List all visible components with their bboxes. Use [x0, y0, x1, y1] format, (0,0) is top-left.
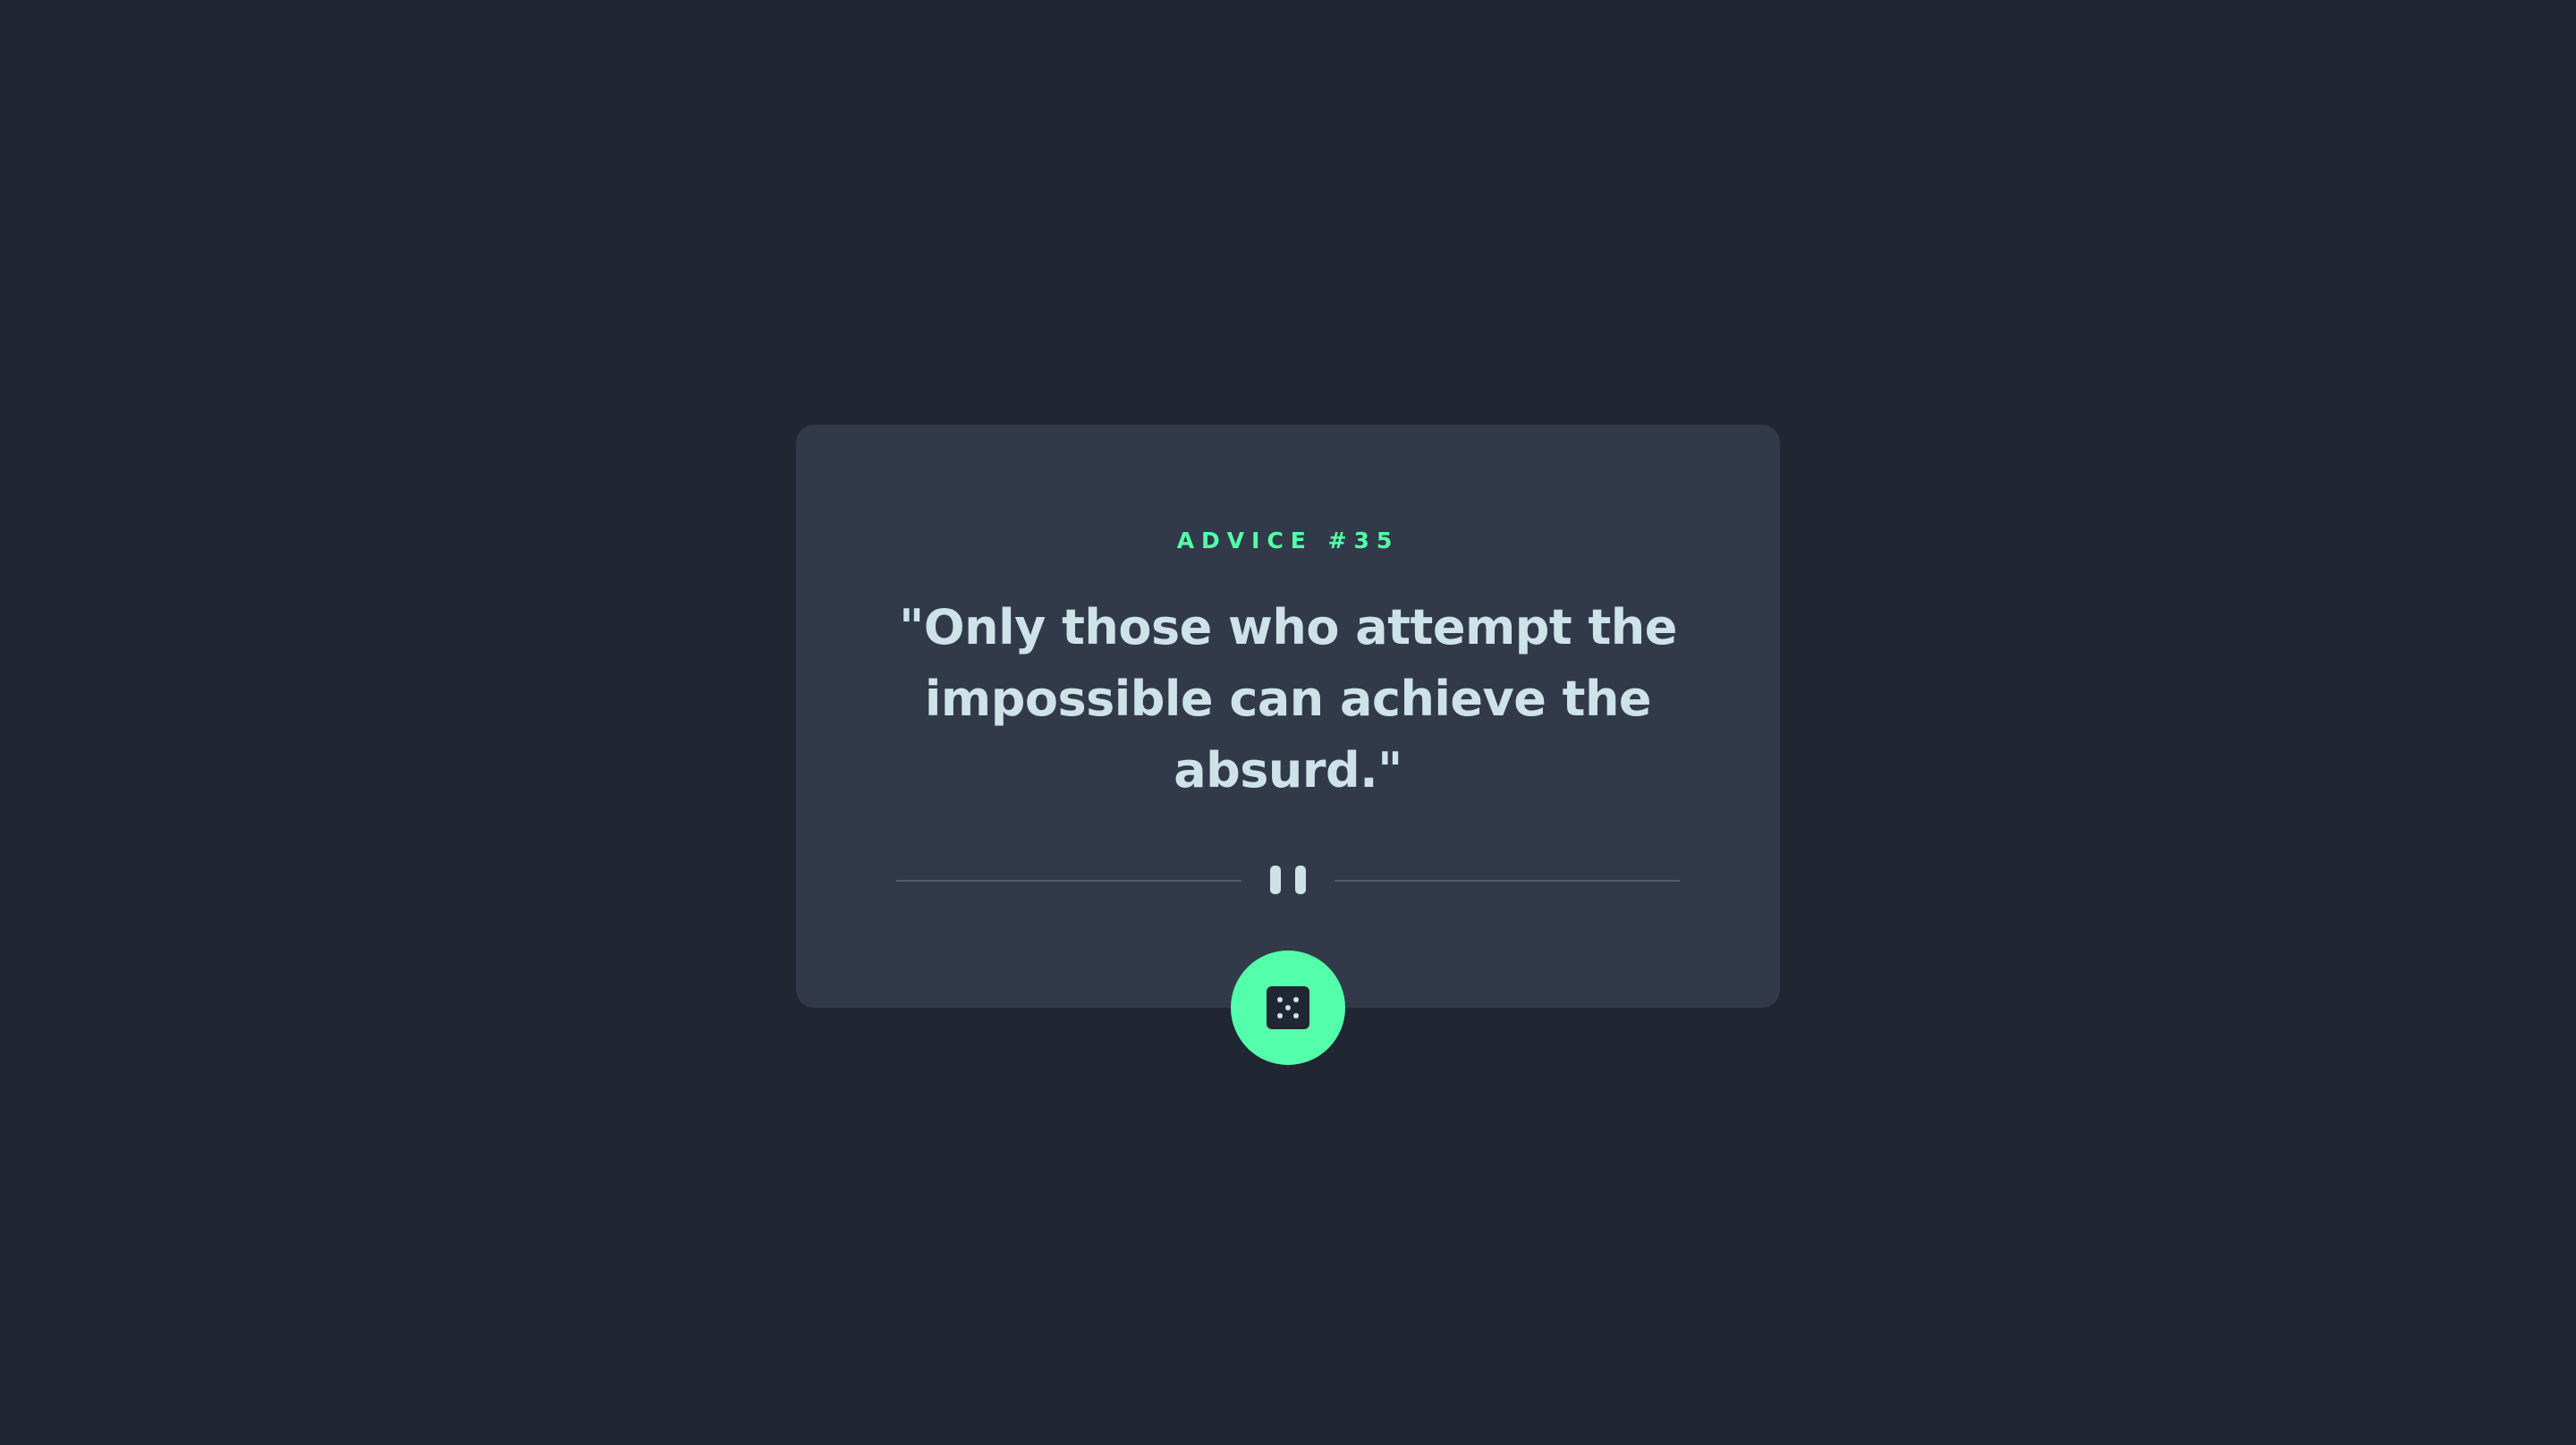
new-advice-button[interactable] [1231, 951, 1345, 1065]
divider-line-left [896, 880, 1241, 882]
pause-icon [1270, 866, 1306, 896]
advice-number: ADVICE #35 [1176, 528, 1400, 553]
page: ADVICE #35 "Only those who attempt the i… [0, 0, 2576, 1445]
dice-icon [1267, 986, 1309, 1029]
divider [896, 866, 1680, 896]
advice-quote: "Only those who attempt the impossible c… [899, 599, 1677, 799]
divider-line-right [1335, 880, 1680, 882]
